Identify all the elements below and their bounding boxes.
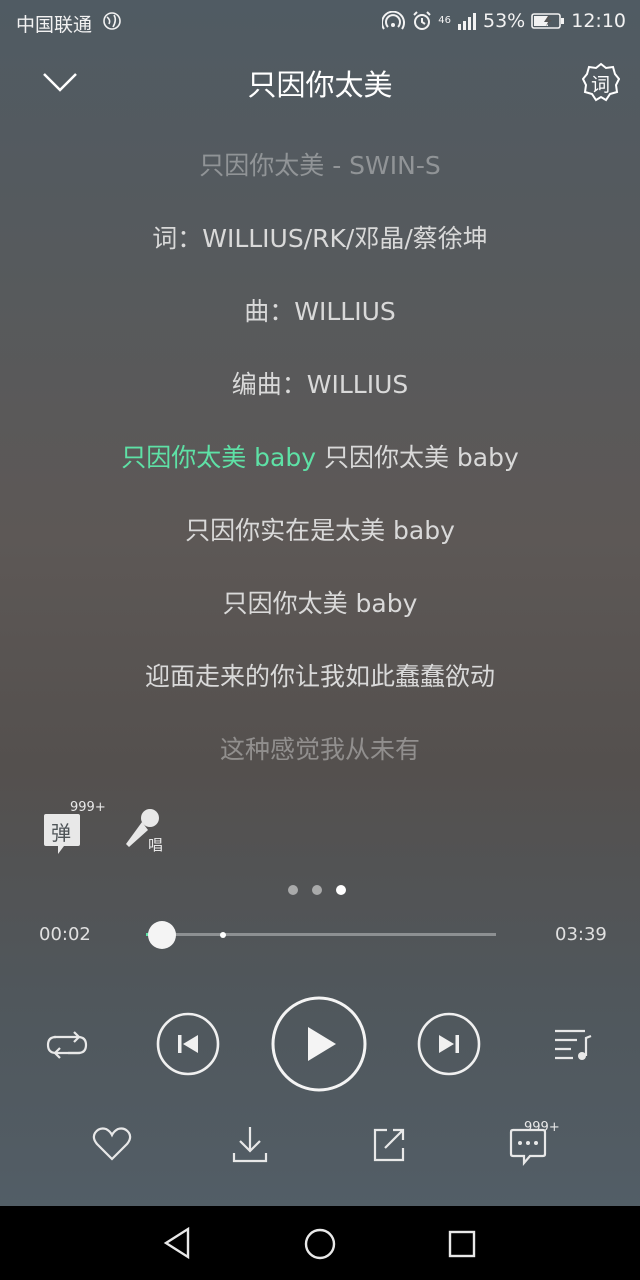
previous-button[interactable]: [156, 1012, 220, 1076]
danmu-icon-label: 弹: [51, 821, 71, 845]
progress-bar[interactable]: [146, 921, 496, 949]
download-button[interactable]: [228, 1122, 272, 1166]
status-icons: 46 53% 12:10: [382, 10, 626, 32]
status-bar: 中国联通 46 53% 12:10: [0, 0, 640, 44]
download-icon: [230, 1123, 270, 1165]
song-title: 只因你太美: [247, 68, 393, 102]
like-button[interactable]: [90, 1124, 134, 1164]
battery-percent: 53%: [483, 10, 526, 32]
lyric-line-credits-lyricist: 词：WILLIUS/RK/邓晶/蔡徐坤: [152, 224, 488, 253]
danmu-count-badge: 999+: [70, 800, 106, 815]
carrier-name: 中国联通: [16, 14, 93, 36]
page-indicator: [288, 885, 346, 895]
clock: 12:10: [571, 10, 626, 32]
danmu-icon: 弹: [42, 812, 82, 854]
system-navigation-bar: [0, 1206, 640, 1280]
globe-icon: [103, 12, 121, 30]
previous-icon: [156, 1012, 220, 1076]
sing-button[interactable]: 唱: [120, 806, 170, 856]
buffer-marker: [220, 931, 226, 938]
battery-charging-icon: [531, 12, 565, 30]
page-dot-active[interactable]: [336, 885, 346, 895]
page-dot[interactable]: [312, 885, 322, 895]
alarm-icon: [412, 11, 432, 31]
sing-label: 唱: [148, 836, 164, 854]
lyric-current-rest: 只因你太美 baby: [316, 443, 519, 472]
comment-button[interactable]: 999+: [506, 1120, 570, 1168]
playlist-icon: [551, 1025, 595, 1063]
lyric-line: 只因你太美 baby: [222, 589, 418, 618]
lyric-line: 只因你实在是太美 baby: [185, 516, 455, 545]
heart-icon: [91, 1125, 133, 1163]
progress-thumb[interactable]: [147, 921, 176, 949]
page-dot[interactable]: [288, 885, 298, 895]
repeat-button[interactable]: [42, 1024, 92, 1064]
recents-nav-icon[interactable]: [447, 1229, 477, 1259]
playlist-button[interactable]: [550, 1024, 596, 1064]
share-icon: [369, 1124, 409, 1164]
lyric-line-title: 只因你太美 - SWIN-S: [199, 151, 441, 180]
hotspot-icon: [382, 11, 406, 31]
next-button[interactable]: [417, 1012, 481, 1076]
danmu-button[interactable]: 弹 999+: [42, 800, 112, 856]
lyric-line-current: 只因你太美 baby 只因你太美 baby: [0, 438, 640, 474]
network-type: 46: [438, 15, 451, 26]
lyric-line-credits-arranger: 编曲：WILLIUS: [231, 370, 409, 399]
lyrics-settings-icon: 词: [582, 62, 620, 102]
comment-count-badge: 999+: [524, 1120, 560, 1135]
play-button[interactable]: [270, 995, 368, 1093]
repeat-icon: [44, 1027, 90, 1061]
lyric-line: 迎面走来的你让我如此蠢蠢欲动: [144, 662, 495, 691]
elapsed-time: 00:02: [39, 924, 91, 945]
lyrics-settings-label: 词: [591, 74, 611, 96]
home-nav-icon[interactable]: [303, 1227, 337, 1261]
share-button[interactable]: [367, 1122, 411, 1166]
lyric-line: 这种感觉我从未有: [219, 735, 420, 764]
next-icon: [417, 1012, 481, 1076]
back-nav-icon[interactable]: [162, 1226, 194, 1260]
lyric-line-credits-composer: 曲：WILLIUS: [244, 297, 396, 326]
total-time: 03:39: [555, 924, 607, 945]
lyric-current-highlight: 只因你太美 baby: [121, 443, 317, 472]
play-icon: [270, 995, 368, 1093]
lyrics-settings-button[interactable]: 词: [582, 62, 620, 102]
signal-icon: [457, 12, 477, 30]
